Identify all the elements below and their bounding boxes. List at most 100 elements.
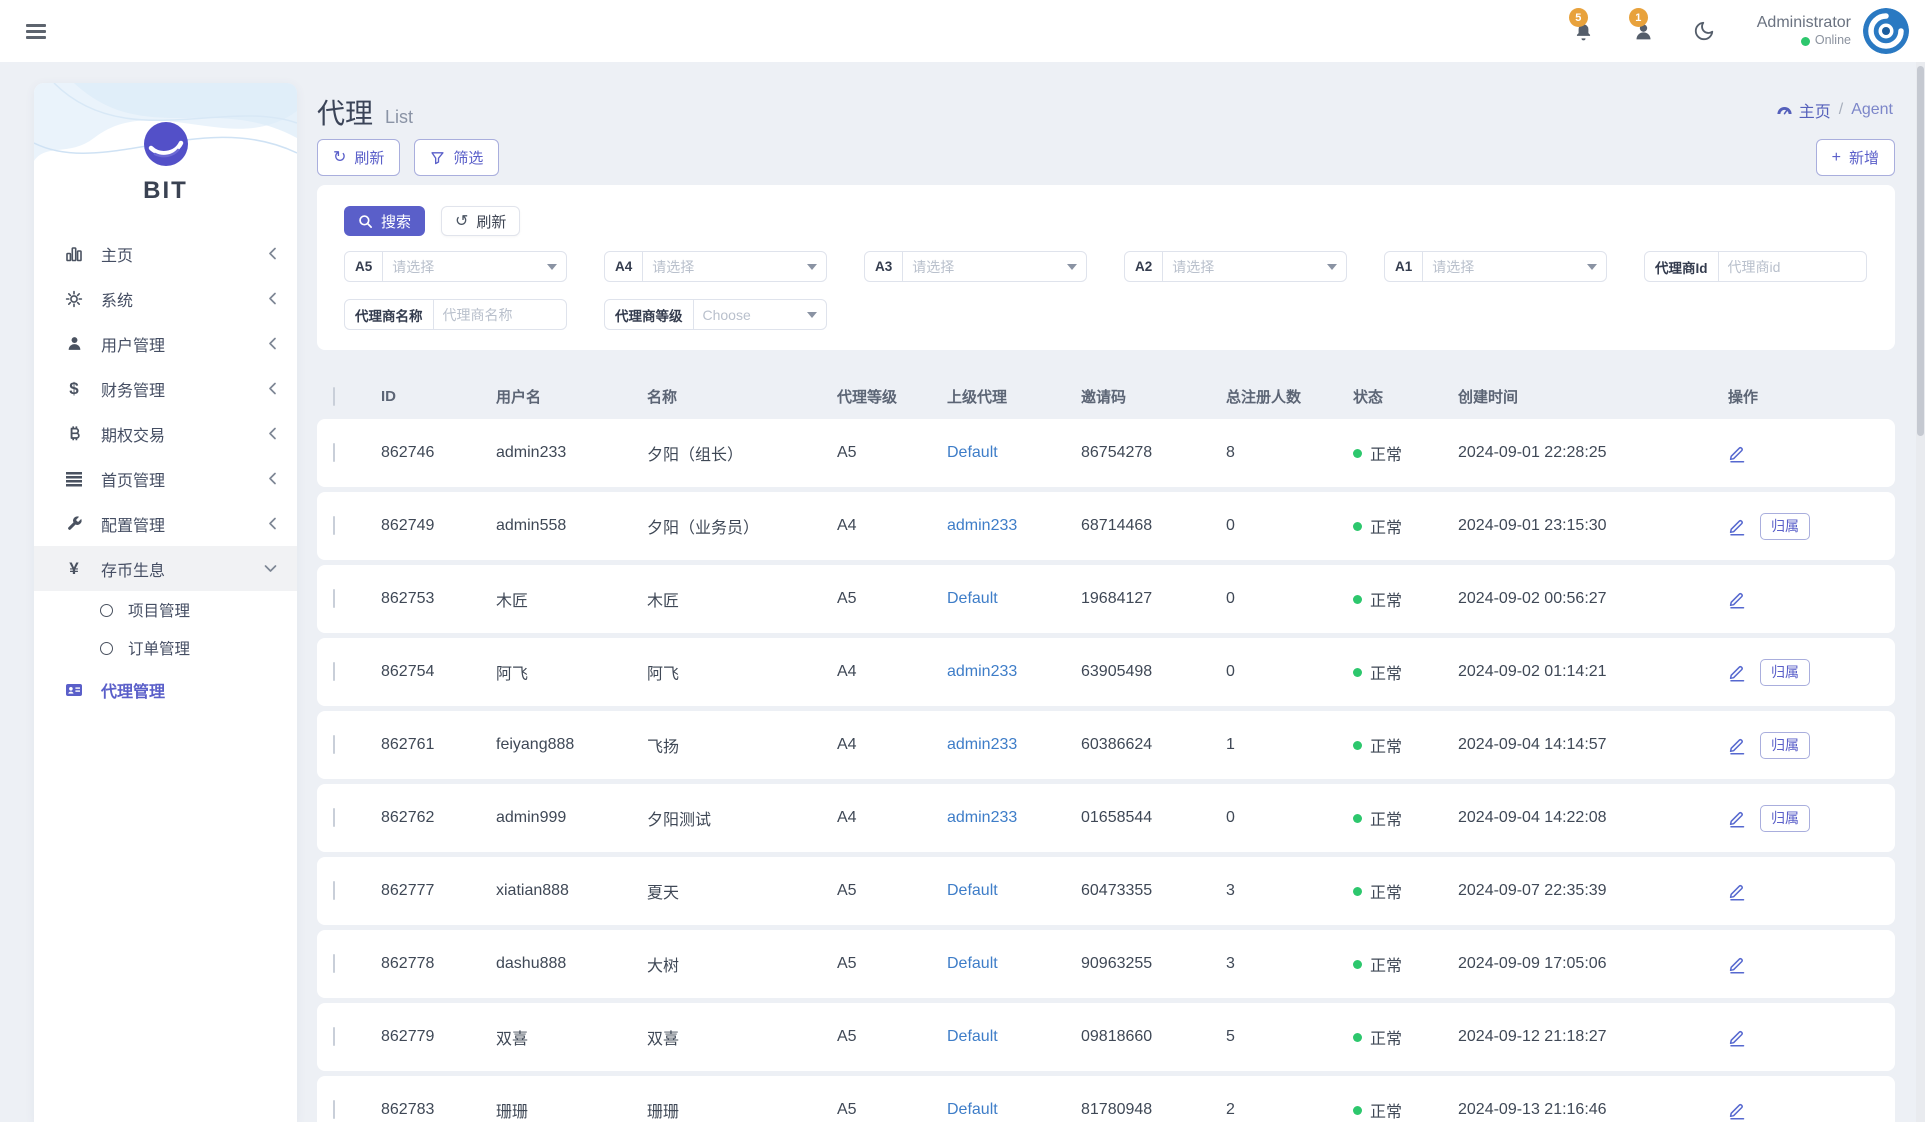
messages-badge: 1	[1629, 8, 1648, 27]
filter-select[interactable]: Choose	[694, 300, 827, 329]
filter-group: A1 请选择	[1384, 251, 1607, 282]
sidebar-item-wrench[interactable]: 配置管理	[34, 501, 297, 546]
status-text: 正常	[1370, 879, 1402, 903]
row-checkbox[interactable]	[333, 443, 335, 462]
sidebar-item-agent-management[interactable]: 代理管理	[34, 667, 297, 712]
row-checkbox[interactable]	[333, 808, 335, 827]
chevron-down-icon	[264, 564, 277, 573]
parent-agent-link[interactable]: Default	[947, 955, 998, 972]
edit-pencil-icon[interactable]	[1728, 882, 1746, 901]
chevron-down-icon	[807, 312, 817, 318]
cell-id: 862754	[381, 663, 496, 681]
row-checkbox[interactable]	[333, 662, 335, 681]
sidebar-item-dollar[interactable]: $ 财务管理	[34, 366, 297, 411]
assign-button[interactable]: 归属	[1760, 513, 1810, 540]
parent-agent-link[interactable]: Default	[947, 1028, 998, 1045]
yen-icon: ¥	[64, 560, 84, 578]
col-actions: 操作	[1728, 386, 1895, 407]
sidebar-item-chart[interactable]: 主页	[34, 231, 297, 276]
parent-agent-link[interactable]: admin233	[947, 663, 1017, 680]
assign-button[interactable]: 归属	[1760, 659, 1810, 686]
gear-icon	[64, 290, 84, 308]
edit-pencil-icon[interactable]	[1728, 444, 1746, 463]
col-invite: 邀请码	[1081, 386, 1226, 407]
cell-invite: 01658544	[1081, 809, 1226, 827]
row-checkbox[interactable]	[333, 735, 335, 754]
filters-row-1: A5 请选择 A4 请选择 A3 请选择 A2 请选择 A1 请选择	[344, 251, 1868, 282]
row-checkbox[interactable]	[333, 1027, 335, 1046]
sidebar-item-gear[interactable]: 系统	[34, 276, 297, 321]
cell-name: 夕阳测试	[647, 806, 837, 830]
dollar-icon: $	[64, 380, 84, 398]
scrollbar-thumb[interactable]	[1917, 66, 1924, 436]
row-checkbox[interactable]	[333, 1100, 335, 1119]
cell-name: 夕阳（业务员）	[647, 514, 837, 538]
parent-agent-link[interactable]: Default	[947, 590, 998, 607]
cell-level: A5	[837, 955, 947, 973]
parent-agent-link[interactable]: admin233	[947, 736, 1017, 753]
breadcrumb-home[interactable]: 主页	[1776, 98, 1831, 122]
scrollbar[interactable]	[1916, 62, 1925, 1122]
sidebar-subitem[interactable]: 订单管理	[34, 629, 297, 667]
col-status: 状态	[1353, 386, 1458, 407]
row-checkbox[interactable]	[333, 516, 335, 535]
cell-username: 双喜	[496, 1025, 647, 1049]
notifications-bell-icon[interactable]: 5	[1571, 18, 1597, 44]
avatar[interactable]	[1863, 8, 1909, 54]
edit-pencil-icon[interactable]	[1728, 517, 1746, 536]
edit-pencil-icon[interactable]	[1728, 955, 1746, 974]
hamburger-menu-icon[interactable]	[26, 24, 46, 39]
reset-button[interactable]: ↺ 刷新	[441, 206, 520, 236]
cell-id: 862778	[381, 955, 496, 973]
parent-agent-link[interactable]: Default	[947, 1101, 998, 1118]
sidebar-item-user[interactable]: 用户管理	[34, 321, 297, 366]
filter-select[interactable]: 请选择	[383, 252, 566, 281]
sidebar-item-yen[interactable]: ¥ 存币生息	[34, 546, 297, 591]
status-dot	[1353, 668, 1362, 677]
assign-button[interactable]: 归属	[1760, 732, 1810, 759]
add-button[interactable]: + 新增	[1816, 139, 1895, 176]
sidebar-item-bitcoin[interactable]: 期权交易	[34, 411, 297, 456]
parent-agent-link[interactable]: Default	[947, 444, 998, 461]
filter-button[interactable]: 筛选	[414, 139, 499, 176]
filter-select[interactable]: 请选择	[903, 252, 1086, 281]
sidebar-subitem[interactable]: 项目管理	[34, 591, 297, 629]
status-dot	[1353, 1033, 1362, 1042]
parent-agent-link[interactable]: Default	[947, 882, 998, 899]
edit-pencil-icon[interactable]	[1728, 1028, 1746, 1047]
filter-input[interactable]: 代理商名称	[434, 300, 567, 329]
user-messages-icon[interactable]: 1	[1631, 18, 1657, 44]
row-checkbox[interactable]	[333, 954, 335, 973]
filter-select[interactable]: 请选择	[643, 252, 826, 281]
select-all-checkbox[interactable]	[333, 387, 335, 406]
edit-pencil-icon[interactable]	[1728, 736, 1746, 755]
col-parent: 上级代理	[947, 386, 1081, 407]
edit-pencil-icon[interactable]	[1728, 1101, 1746, 1120]
table-row: 862761 feiyang888 飞扬 A4 admin233 6038662…	[317, 711, 1895, 779]
assign-button[interactable]: 归属	[1760, 805, 1810, 832]
sidebar-item-label: 代理管理	[101, 678, 277, 702]
chevron-down-icon	[807, 264, 817, 270]
row-checkbox[interactable]	[333, 589, 335, 608]
reset-icon: ↺	[455, 211, 468, 231]
parent-agent-link[interactable]: admin233	[947, 517, 1017, 534]
filter-input[interactable]: 代理商id	[1719, 252, 1867, 281]
refresh-button[interactable]: ↻ 刷新	[317, 139, 400, 176]
edit-pencil-icon[interactable]	[1728, 809, 1746, 828]
edit-pencil-icon[interactable]	[1728, 663, 1746, 682]
status-dot	[1353, 1106, 1362, 1115]
filter-select[interactable]: 请选择	[1423, 252, 1606, 281]
chevron-left-icon	[268, 337, 277, 350]
dark-mode-moon-icon[interactable]	[1691, 18, 1717, 44]
cell-name: 夏天	[647, 879, 837, 903]
row-checkbox[interactable]	[333, 881, 335, 900]
parent-agent-link[interactable]: admin233	[947, 809, 1017, 826]
table-row: 862762 admin999 夕阳测试 A4 admin233 0165854…	[317, 784, 1895, 852]
search-button[interactable]: 搜索	[344, 206, 425, 236]
cell-id: 862762	[381, 809, 496, 827]
filter-select[interactable]: 请选择	[1163, 252, 1346, 281]
sidebar-item-lines[interactable]: 首页管理	[34, 456, 297, 501]
wrench-icon	[64, 515, 84, 533]
edit-pencil-icon[interactable]	[1728, 590, 1746, 609]
table-row: 862746 admin233 夕阳（组长） A5 Default 867542…	[317, 419, 1895, 487]
